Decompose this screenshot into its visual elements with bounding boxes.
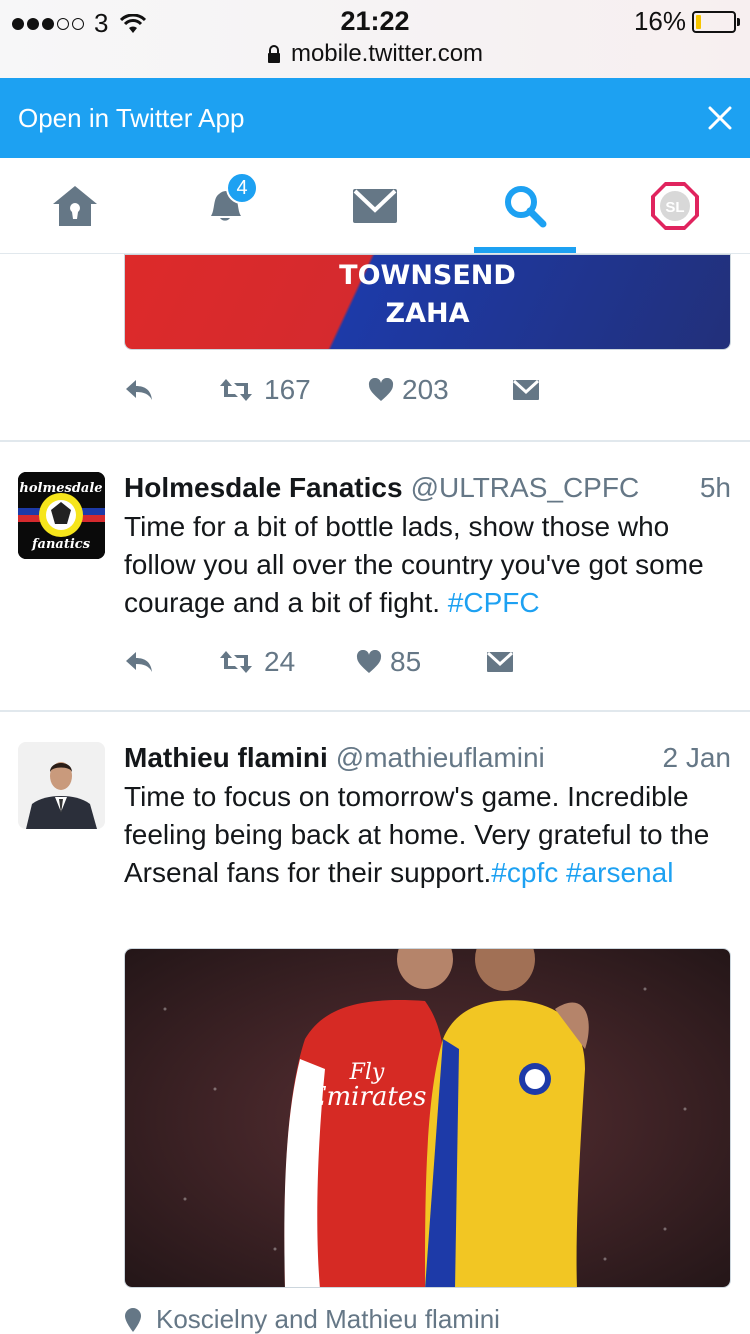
tweet-text-content: Time for a bit of bottle lads, show thos… [124,511,704,618]
retweet-button[interactable]: 24 [218,646,356,678]
retweet-count: 167 [264,374,311,405]
like-button[interactable]: 85 [356,646,486,678]
home-icon [53,185,97,226]
close-icon[interactable] [708,106,732,130]
media-line: TOWNSEND [339,260,516,291]
user-name[interactable]: Mathieu flamini [124,742,328,774]
tweet-media-image[interactable]: Fly Emirates [124,948,731,1288]
reply-button[interactable] [124,650,218,674]
location-pin-icon [125,1307,141,1332]
mail-icon [486,651,514,672]
reply-icon [126,652,152,672]
like-button[interactable]: 203 [368,374,512,406]
user-photo [18,742,105,829]
media-line: ZAHA [385,298,470,329]
tweet-divider [0,440,750,442]
user-handle[interactable]: @mathieuflamini [336,742,545,774]
user-name[interactable]: Holmesdale Fanatics [124,472,403,504]
tweet-timestamp[interactable]: 2 Jan [663,742,732,774]
location-text: Koscielny and Mathieu flamini [156,1304,500,1334]
tweet-divider [0,710,750,712]
heart-icon [356,650,382,673]
avatar-text-bottom: fanatics [31,537,91,552]
battery-icon [692,10,740,33]
avatar[interactable]: holmesdale fanatics [18,472,105,559]
retweet-count: 24 [264,646,296,677]
tab-search[interactable] [450,158,600,253]
search-icon [505,185,547,227]
avatar-text-top: holmesdale [19,481,102,496]
like-count: 203 [402,374,449,405]
profile-icon: SL [651,181,699,230]
battery-percent: 16% [633,6,686,36]
retweet-button[interactable]: 167 [218,374,368,406]
shirt-text-line2: Emirates [306,1082,426,1112]
svg-text:SL: SL [665,199,684,216]
tweet-timestamp[interactable]: 5h [700,472,731,504]
tweet-actions: 167 203 [124,374,540,406]
players-photo: Fly Emirates [125,949,730,1287]
retweet-icon [220,379,252,401]
hashtag-link[interactable]: #CPFC [448,587,540,618]
tweet-actions: 24 85 [124,646,514,678]
holmesdale-logo: holmesdale fanatics [18,472,105,559]
tweet-text: Time to focus on tomorrow's game. Incred… [124,778,734,892]
address-bar[interactable]: mobile.twitter.com [0,40,750,68]
mail-icon [512,379,540,400]
user-handle[interactable]: @ULTRAS_CPFC [411,472,640,504]
battery-area: 16% [633,6,740,37]
tab-messages[interactable] [300,158,450,253]
notification-badge: 4 [226,172,258,204]
reply-button[interactable] [124,378,218,402]
direct-message-button[interactable] [486,651,514,673]
hashtag-link[interactable]: #cpfc [491,857,558,888]
tweet-header: Holmesdale Fanatics @ULTRAS_CPFC 5h [124,472,731,504]
like-count: 85 [390,646,422,677]
hashtag-link[interactable]: #arsenal [566,857,673,888]
retweet-icon [220,651,252,673]
tab-profile[interactable]: SL [600,158,750,253]
direct-message-button[interactable] [512,379,540,401]
tab-notifications[interactable]: 4 [150,158,300,253]
tab-home[interactable] [0,158,150,253]
tweet-text: Time for a bit of bottle lads, show thos… [124,508,734,622]
url-text: mobile.twitter.com [290,40,484,67]
heart-icon [368,378,394,401]
location-tag[interactable]: Koscielny and Mathieu flamini [124,1304,500,1334]
reply-icon [126,380,152,400]
top-navigation: 4 SL [0,158,750,254]
status-bar: 3 21:22 16% mobile.twitter.com [0,0,750,78]
lock-icon [267,45,280,63]
open-in-app-link[interactable]: Open in Twitter App [18,103,244,134]
tweet-header: Mathieu flamini @mathieuflamini 2 Jan [124,742,731,774]
avatar[interactable] [18,742,105,829]
open-in-app-banner[interactable]: Open in Twitter App [0,78,750,158]
timeline[interactable]: TOWNSEND ZAHA 167 203 holmesdale fanatic… [0,254,750,1334]
media-lineup-text: TOWNSEND ZAHA [125,255,730,333]
tweet-media-image[interactable]: TOWNSEND ZAHA [124,254,731,350]
mail-icon [353,188,397,223]
